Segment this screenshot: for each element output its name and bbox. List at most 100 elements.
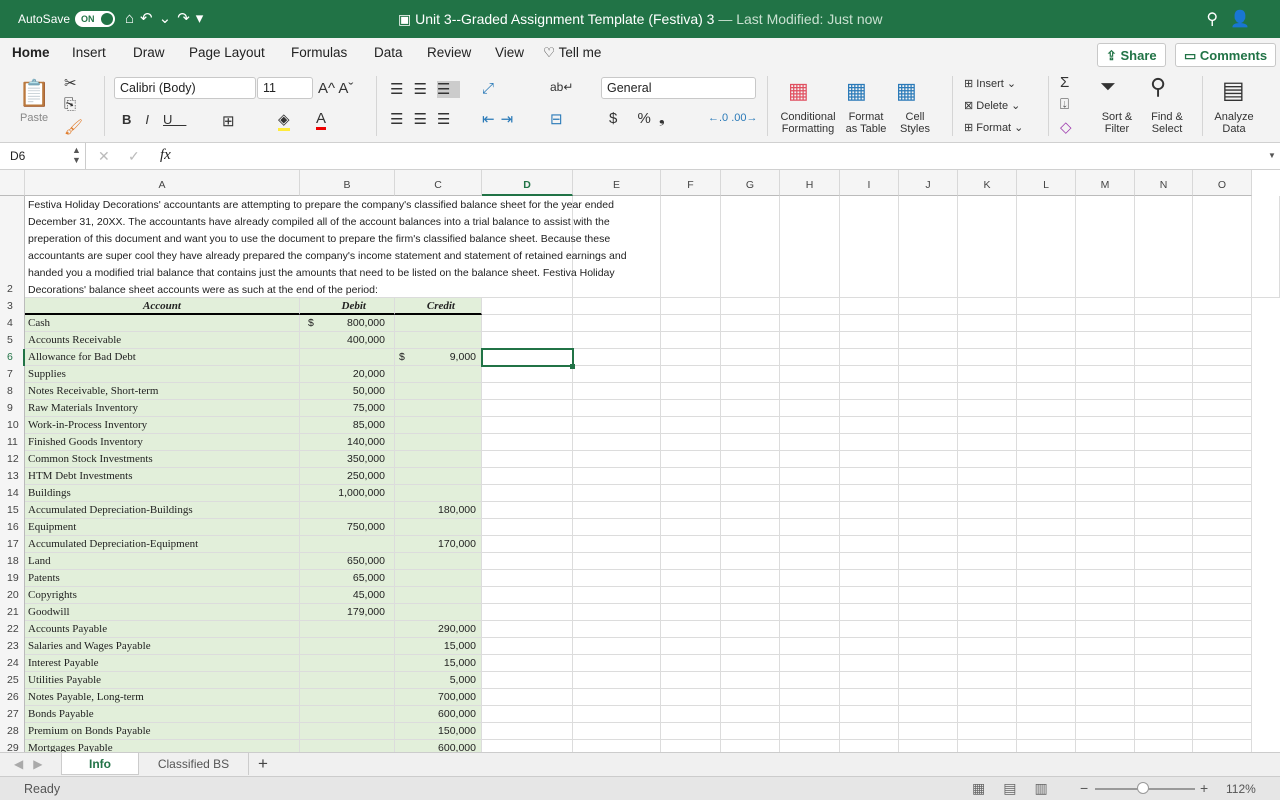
cell[interactable] xyxy=(573,400,661,417)
cell[interactable] xyxy=(1076,383,1135,400)
debit-cell[interactable]: 20,000 xyxy=(300,366,395,383)
cell[interactable] xyxy=(661,723,721,740)
cell[interactable] xyxy=(721,672,780,689)
debit-cell[interactable]: 350,000 xyxy=(300,451,395,468)
column-header-e[interactable]: E xyxy=(573,170,661,196)
credit-cell[interactable]: $9,000 xyxy=(395,349,482,366)
cell[interactable] xyxy=(482,587,573,604)
cell[interactable] xyxy=(573,706,661,723)
cell[interactable] xyxy=(573,519,661,536)
cell[interactable] xyxy=(1017,570,1076,587)
cell[interactable] xyxy=(1076,672,1135,689)
cell[interactable] xyxy=(721,196,780,298)
cell[interactable] xyxy=(899,485,958,502)
cell[interactable] xyxy=(1193,451,1252,468)
cell[interactable] xyxy=(958,383,1017,400)
cell[interactable] xyxy=(780,366,840,383)
cell[interactable] xyxy=(573,332,661,349)
cell[interactable] xyxy=(780,315,840,332)
cell[interactable] xyxy=(840,536,899,553)
cell[interactable] xyxy=(840,502,899,519)
cell[interactable] xyxy=(958,315,1017,332)
cell[interactable] xyxy=(899,723,958,740)
debit-cell[interactable] xyxy=(300,723,395,740)
cell[interactable] xyxy=(482,434,573,451)
cell[interactable] xyxy=(1076,451,1135,468)
cell[interactable] xyxy=(661,655,721,672)
cell[interactable] xyxy=(482,570,573,587)
cell[interactable] xyxy=(958,621,1017,638)
cell[interactable] xyxy=(573,604,661,621)
format-painter-icon[interactable]: 🖌 xyxy=(64,118,83,136)
debit-cell[interactable] xyxy=(300,740,395,752)
cell[interactable] xyxy=(721,655,780,672)
cell[interactable] xyxy=(482,672,573,689)
cell[interactable] xyxy=(1076,655,1135,672)
cell[interactable] xyxy=(661,417,721,434)
zoom-slider-thumb[interactable] xyxy=(1137,782,1149,794)
cell[interactable] xyxy=(661,451,721,468)
cell[interactable] xyxy=(958,587,1017,604)
cell[interactable] xyxy=(1193,502,1252,519)
cell[interactable] xyxy=(1135,468,1193,485)
font-size-select[interactable]: 11 xyxy=(257,77,313,99)
spreadsheet-grid[interactable]: A B C D E F G H I J K L M N O 2 Festiva Holiday Decorati… xyxy=(0,170,1280,752)
cell[interactable] xyxy=(958,349,1017,366)
cell[interactable] xyxy=(899,587,958,604)
cell[interactable] xyxy=(1076,315,1135,332)
row-header[interactable]: 23 xyxy=(0,638,25,655)
cell[interactable] xyxy=(573,349,661,366)
cell[interactable] xyxy=(958,553,1017,570)
row-header[interactable]: 19 xyxy=(0,570,25,587)
debit-cell[interactable]: $800,000 xyxy=(300,315,395,332)
cell[interactable] xyxy=(780,485,840,502)
cell[interactable] xyxy=(780,689,840,706)
column-header-m[interactable]: M xyxy=(1076,170,1135,196)
column-header-o[interactable]: O xyxy=(1193,170,1252,196)
row-header[interactable]: 15 xyxy=(0,502,25,519)
cell[interactable] xyxy=(840,621,899,638)
credit-cell[interactable] xyxy=(395,553,482,570)
cell[interactable] xyxy=(899,383,958,400)
cell[interactable] xyxy=(840,689,899,706)
cell[interactable] xyxy=(573,383,661,400)
account-name-cell[interactable]: Finished Goods Inventory xyxy=(25,434,300,451)
cell[interactable] xyxy=(1135,536,1193,553)
row-header[interactable]: 25 xyxy=(0,672,25,689)
debit-cell[interactable] xyxy=(300,621,395,638)
credit-cell[interactable] xyxy=(395,434,482,451)
row-header[interactable]: 14 xyxy=(0,485,25,502)
account-name-cell[interactable]: Accumulated Depreciation-Equipment xyxy=(25,536,300,553)
cell[interactable] xyxy=(840,298,899,315)
cell[interactable] xyxy=(899,740,958,752)
cell[interactable] xyxy=(899,417,958,434)
cell[interactable] xyxy=(482,502,573,519)
cell[interactable] xyxy=(840,706,899,723)
cell[interactable] xyxy=(899,536,958,553)
cell[interactable] xyxy=(721,536,780,553)
cell[interactable] xyxy=(721,723,780,740)
row-header[interactable]: 8 xyxy=(0,383,25,400)
cell[interactable] xyxy=(899,655,958,672)
cell[interactable] xyxy=(840,349,899,366)
cell-styles-icon[interactable]: ▦ xyxy=(896,78,917,104)
cell[interactable] xyxy=(1135,315,1193,332)
account-name-cell[interactable]: Interest Payable xyxy=(25,655,300,672)
cell[interactable] xyxy=(1193,604,1252,621)
cell[interactable] xyxy=(1193,400,1252,417)
cell[interactable] xyxy=(958,485,1017,502)
cell[interactable] xyxy=(899,638,958,655)
cell[interactable] xyxy=(1017,672,1076,689)
debit-cell[interactable]: 750,000 xyxy=(300,519,395,536)
cell[interactable] xyxy=(840,672,899,689)
cell[interactable] xyxy=(1076,519,1135,536)
cell[interactable] xyxy=(899,672,958,689)
cell[interactable] xyxy=(1135,604,1193,621)
cell[interactable] xyxy=(1076,298,1135,315)
credit-cell[interactable]: 15,000 xyxy=(395,638,482,655)
credit-cell[interactable] xyxy=(395,519,482,536)
cell[interactable] xyxy=(482,638,573,655)
comments-button[interactable]: ▭ Comments xyxy=(1175,43,1277,67)
cell[interactable] xyxy=(780,621,840,638)
row-header[interactable]: 29 xyxy=(0,740,25,752)
